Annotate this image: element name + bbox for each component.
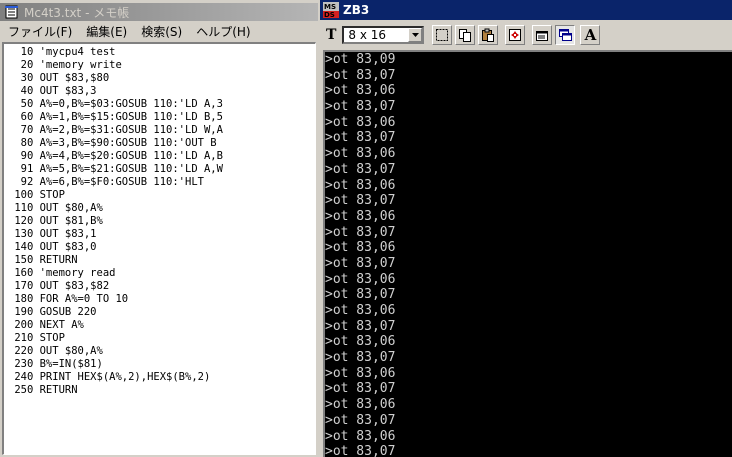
- properties-icon: [536, 31, 549, 41]
- code-line: 100 STOP: [8, 189, 65, 201]
- terminal-line: >ot 83,07: [325, 67, 396, 83]
- paste-button[interactable]: [478, 25, 499, 45]
- font-icon: A: [584, 26, 597, 44]
- code-line: 70 A%=2,B%=$31:GOSUB 110:'LD W,A: [8, 124, 223, 136]
- terminal-line: >ot 83,07: [325, 444, 396, 457]
- notepad-icon: [5, 5, 18, 19]
- code-line: 130 OUT $83,1: [8, 228, 97, 240]
- terminal-line: >ot 83,07: [325, 193, 396, 209]
- msdos-icon-text-bottom: DS: [324, 11, 335, 18]
- font-button[interactable]: A: [580, 25, 601, 45]
- select-button[interactable]: [432, 25, 453, 45]
- font-size-value: 8 x 16: [348, 28, 387, 42]
- terminal-line: >ot 83,07: [325, 224, 396, 240]
- fit-window-button[interactable]: [505, 25, 526, 45]
- code-line: 140 OUT $83,0: [8, 241, 97, 253]
- zb3-title-bar[interactable]: MS DS ZB3: [320, 0, 732, 20]
- terminal-line: >ot 83,07: [325, 350, 396, 366]
- terminal-line: >ot 83,07: [325, 318, 396, 334]
- terminal-line: >ot 83,06: [325, 146, 396, 162]
- truetype-font-icon: T: [326, 27, 337, 43]
- terminal-line: >ot 83,06: [325, 240, 396, 256]
- fit-window-icon: [509, 29, 522, 41]
- window-icon: [559, 29, 573, 41]
- terminal-line: >ot 83,09: [325, 52, 396, 67]
- code-line: 50 A%=0,B%=$03:GOSUB 110:'LD A,3: [8, 98, 223, 110]
- code-line: 10 'mycpu4 test: [8, 46, 116, 58]
- terminal-output: >ot 83,09 >ot 83,07 >ot 83,06 >ot 83,07 >ot …: [325, 52, 395, 457]
- msdos-icon: MS DS: [323, 2, 339, 18]
- code-line: 230 B%=IN($81): [8, 358, 103, 370]
- terminal-line: >ot 83,07: [325, 381, 396, 397]
- menu-file[interactable]: ファイル(F): [8, 23, 72, 40]
- select-icon: [436, 29, 449, 41]
- code-line: 20 'memory write: [8, 59, 122, 71]
- window-button[interactable]: [555, 25, 576, 45]
- code-line: 240 PRINT HEX$(A%,2),HEX$(B%,2): [8, 371, 211, 383]
- code-line: 30 OUT $83,$80: [8, 72, 110, 84]
- terminal-line: >ot 83,06: [325, 271, 396, 287]
- zb3-window: MS DS ZB3 T 8 x 16 A >ot 83,09 >ot 83,07…: [320, 0, 732, 457]
- menu-search[interactable]: 検索(S): [141, 23, 182, 40]
- terminal-line: >ot 83,06: [325, 428, 396, 444]
- notepad-text-area[interactable]: 10 'mycpu4 test 20 'memory write 30 OUT …: [2, 42, 316, 455]
- code-line: 210 STOP: [8, 332, 65, 344]
- terminal-line: >ot 83,06: [325, 114, 396, 130]
- code-line: 170 OUT $83,$82: [8, 280, 110, 292]
- code-line: 180 FOR A%=0 TO 10: [8, 293, 129, 305]
- code-line: 91 A%=5,B%=$21:GOSUB 110:'LD A,W: [8, 163, 223, 175]
- terminal-line: >ot 83,06: [325, 303, 396, 318]
- terminal-line: >ot 83,07: [325, 412, 396, 428]
- notepad-window: Mc4t3.txt - メモ帳 ファイル(F) 編集(E) 検索(S) ヘルプ(…: [0, 0, 320, 457]
- code-line: 160 'memory read: [8, 267, 116, 279]
- notepad-title: Mc4t3.txt - メモ帳: [24, 5, 130, 20]
- properties-button[interactable]: [532, 25, 553, 45]
- paste-icon: [482, 28, 495, 42]
- code-line: 60 A%=1,B%=$15:GOSUB 110:'LD B,5: [8, 111, 223, 123]
- code-line: 220 OUT $80,A%: [8, 345, 103, 357]
- terminal-line: >ot 83,07: [325, 130, 396, 146]
- code-line: 150 RETURN: [8, 254, 78, 266]
- terminal-line: >ot 83,06: [325, 365, 396, 381]
- code-line: 120 OUT $81,B%: [8, 215, 103, 227]
- terminal-line: >ot 83,06: [325, 83, 396, 99]
- code-line: 92 A%=6,B%=$F0:GOSUB 110:'HLT: [8, 176, 204, 188]
- code-line: 110 OUT $80,A%: [8, 202, 103, 214]
- menu-help[interactable]: ヘルプ(H): [196, 23, 250, 40]
- notepad-menu-bar: ファイル(F) 編集(E) 検索(S) ヘルプ(H): [0, 22, 320, 41]
- code-line: 190 GOSUB 220: [8, 306, 97, 318]
- notepad-text-content: 10 'mycpu4 test 20 'memory write 30 OUT …: [8, 46, 223, 397]
- terminal-line: >ot 83,06: [325, 208, 396, 224]
- font-size-combo[interactable]: 8 x 16: [342, 26, 425, 44]
- code-line: 40 OUT $83,3: [8, 85, 97, 97]
- chevron-down-icon[interactable]: [408, 28, 423, 42]
- copy-icon: [459, 29, 472, 42]
- code-line: 250 RETURN: [8, 384, 78, 396]
- terminal-line: >ot 83,07: [325, 287, 396, 303]
- msdos-icon-text-top: MS: [324, 3, 336, 11]
- zb3-title: ZB3: [343, 3, 370, 17]
- terminal-line: >ot 83,07: [325, 161, 396, 177]
- code-line: 80 A%=3,B%=$90:GOSUB 110:'OUT B: [8, 137, 217, 149]
- notepad-title-bar[interactable]: Mc4t3.txt - メモ帳: [0, 3, 318, 21]
- menu-edit[interactable]: 編集(E): [86, 23, 127, 40]
- code-line: 200 NEXT A%: [8, 319, 84, 331]
- zb3-toolbar: T 8 x 16 A: [320, 22, 732, 48]
- code-line: 90 A%=4,B%=$20:GOSUB 110:'LD A,B: [8, 150, 223, 162]
- terminal-line: >ot 83,07: [325, 99, 396, 115]
- terminal-line: >ot 83,06: [325, 177, 396, 193]
- terminal-line: >ot 83,06: [325, 397, 396, 413]
- terminal-line: >ot 83,07: [325, 255, 396, 271]
- terminal-area[interactable]: >ot 83,09 >ot 83,07 >ot 83,06 >ot 83,07 >ot …: [323, 50, 732, 457]
- copy-button[interactable]: [455, 25, 476, 45]
- font-size-selector: T 8 x 16: [326, 26, 425, 44]
- terminal-line: >ot 83,06: [325, 334, 396, 350]
